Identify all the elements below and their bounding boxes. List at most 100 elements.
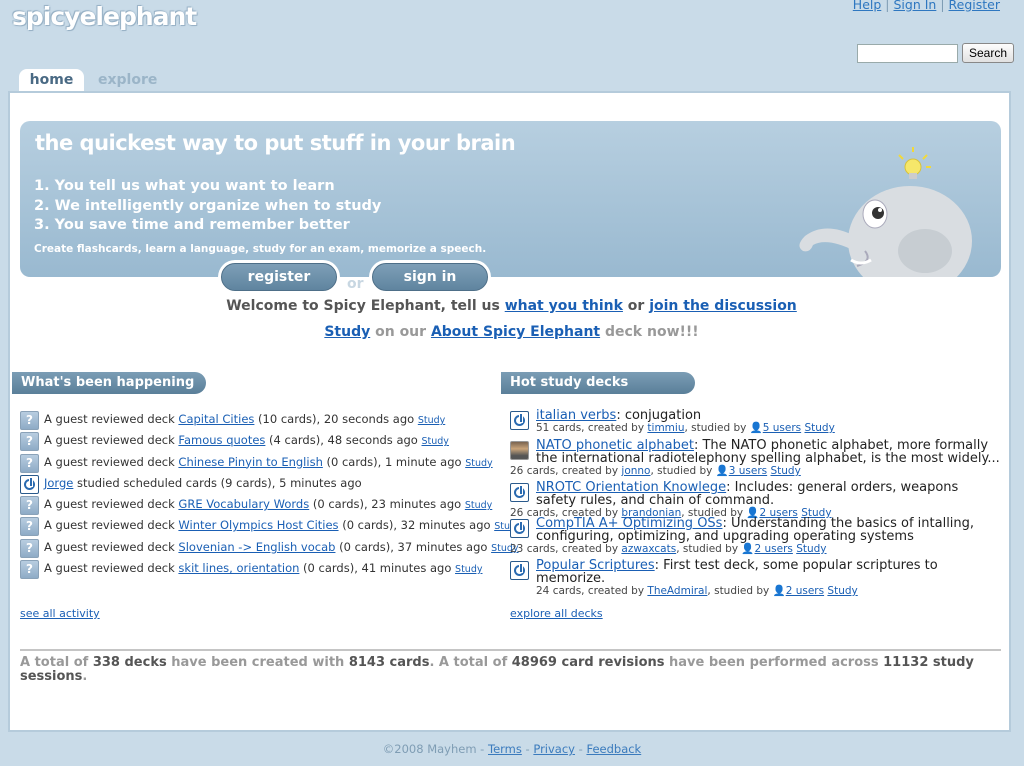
feedback-link[interactable]: Feedback (586, 742, 641, 756)
footer-separator: - (521, 742, 534, 756)
deck-link[interactable]: Famous quotes (178, 433, 265, 447)
users-link[interactable]: 3 users (729, 465, 767, 477)
list-item: ? A guest reviewed deck GRE Vocabulary W… (20, 494, 500, 516)
site-totals: A total of 338 decks have been created w… (20, 656, 980, 684)
sign-in-button[interactable]: sign in (369, 260, 491, 294)
actor: A guest (44, 433, 88, 448)
search-button[interactable]: Search (962, 43, 1014, 63)
users-link[interactable]: 2 users (786, 585, 824, 597)
list-item: ? A guest reviewed deck skit lines, orie… (20, 558, 500, 580)
deck-link[interactable]: GRE Vocabulary Words (178, 497, 309, 511)
deck-link[interactable]: Slovenian -> English vocab (178, 540, 335, 554)
study-link[interactable]: Study (465, 458, 492, 469)
study-link[interactable]: Study (418, 415, 445, 426)
register-button-label: register (221, 263, 337, 291)
list-item: Popular Scriptures: First test deck, som… (510, 559, 1000, 597)
list-item: NROTC Orientation Knowlege: Includes: ge… (510, 481, 1000, 519)
activity-list: ? A guest reviewed deck Capital Cities (… (20, 409, 522, 580)
users-link[interactable]: 5 users (763, 422, 801, 434)
question-icon: ? (20, 411, 39, 430)
total-revisions: 48969 card revisions (511, 655, 665, 670)
list-item: Jorge studied scheduled cards (9 cards),… (20, 473, 500, 494)
total-cards: 8143 cards (348, 655, 430, 670)
question-icon: ? (20, 538, 39, 558)
lightbulb-icon (898, 147, 931, 179)
detail: (0 cards), 23 minutes ago (309, 497, 465, 512)
study-about-line: Study on our About Spicy Elephant deck n… (10, 324, 1013, 340)
welcome-text: Welcome to Spicy Elephant, tell us (226, 298, 505, 314)
user-link[interactable]: Jorge (44, 476, 73, 490)
hero-title: the quickest way to put stuff in your br… (35, 131, 516, 155)
deck-link[interactable]: Capital Cities (178, 412, 254, 426)
study-text: on our (370, 324, 431, 340)
creator-link[interactable]: TheAdmiral (647, 585, 707, 597)
explore-all-decks-link[interactable]: explore all decks (510, 607, 603, 620)
question-icon: ? (20, 432, 39, 452)
totals-text: A total of (20, 655, 93, 670)
verb: reviewed deck (87, 497, 179, 512)
help-link[interactable]: Help (853, 0, 882, 12)
question-icon: ? (20, 453, 39, 473)
users-icon: 👤 (772, 585, 786, 597)
power-icon (510, 411, 529, 430)
terms-link[interactable]: Terms (488, 742, 522, 756)
elephant-mascot-icon (799, 147, 972, 277)
study-link[interactable]: Study (455, 564, 482, 575)
hero-steps: 1. You tell us what you want to learn 2.… (34, 177, 381, 236)
study-link[interactable]: Study (827, 585, 857, 597)
activity-header: What's been happening (12, 372, 206, 394)
users-link[interactable]: 2 users (754, 543, 792, 555)
verb: reviewed deck (87, 412, 179, 426)
tab-home[interactable]: home (19, 69, 84, 92)
list-item: ? A guest reviewed deck Famous quotes (4… (20, 430, 500, 452)
hot-decks-list: italian verbs: conjugation 51 cards, cre… (510, 408, 1000, 597)
register-link[interactable]: Register (949, 0, 1000, 12)
actor: A guest (44, 561, 88, 576)
deck-link[interactable]: italian verbs (536, 408, 616, 423)
creator-link[interactable]: azwaxcats (621, 543, 676, 555)
study-link[interactable]: Study (324, 324, 370, 340)
study-link[interactable]: Study (796, 543, 826, 555)
creator-link[interactable]: jonno (621, 465, 650, 477)
detail: (10 cards), 20 seconds ago (254, 412, 418, 426)
discussion-link[interactable]: join the discussion (649, 298, 797, 314)
welcome-line: Welcome to Spicy Elephant, tell us what … (10, 298, 1013, 314)
list-item: CompTIA A+ Optimizing OSs: Understanding… (510, 517, 1000, 559)
footer-separator: - (476, 742, 488, 756)
deck-meta: , studied by (676, 543, 742, 555)
detail: (0 cards), 41 minutes ago (299, 561, 456, 576)
separator: | (940, 0, 945, 12)
actor: A guest (44, 454, 88, 469)
deck-link[interactable]: Chinese Pinyin to English (178, 455, 322, 469)
tab-explore[interactable]: explore (98, 72, 157, 88)
or-label: or (347, 276, 364, 292)
deck-link[interactable]: Winter Olympics Host Cities (178, 518, 338, 532)
top-links: Help | Sign In | Register (853, 0, 1000, 12)
about-deck-link[interactable]: About Spicy Elephant (431, 324, 600, 340)
sign-in-link[interactable]: Sign In (893, 0, 936, 12)
see-all-activity-link[interactable]: see all activity (20, 607, 100, 620)
power-icon (510, 519, 529, 538)
sign-in-button-label: sign in (372, 263, 488, 291)
study-link[interactable]: Study (770, 465, 800, 477)
detail: (0 cards), 32 minutes ago (338, 518, 495, 533)
detail: (0 cards), 1 minute ago (322, 454, 466, 469)
totals-text: . (82, 669, 88, 684)
study-link[interactable]: Study (465, 500, 492, 511)
deck-link[interactable]: skit lines, orientation (178, 561, 299, 575)
hero-step: 3. You save time and remember better (34, 217, 350, 233)
totals-text: . A total of (429, 655, 512, 670)
power-icon (510, 483, 529, 502)
feedback-link[interactable]: what you think (505, 298, 623, 314)
avatar (510, 441, 529, 460)
hot-decks-header: Hot study decks (501, 372, 695, 394)
study-link[interactable]: Study (422, 436, 449, 447)
privacy-link[interactable]: Privacy (533, 742, 575, 756)
study-link[interactable]: Study (804, 422, 834, 434)
list-item: ? A guest reviewed deck Chinese Pinyin t… (20, 452, 500, 473)
logo[interactable]: spicyelephant (12, 2, 197, 31)
search-input[interactable] (857, 44, 958, 63)
creator-link[interactable]: timmiu (647, 422, 684, 434)
verb: reviewed deck (87, 454, 179, 469)
register-button[interactable]: register (218, 260, 340, 294)
